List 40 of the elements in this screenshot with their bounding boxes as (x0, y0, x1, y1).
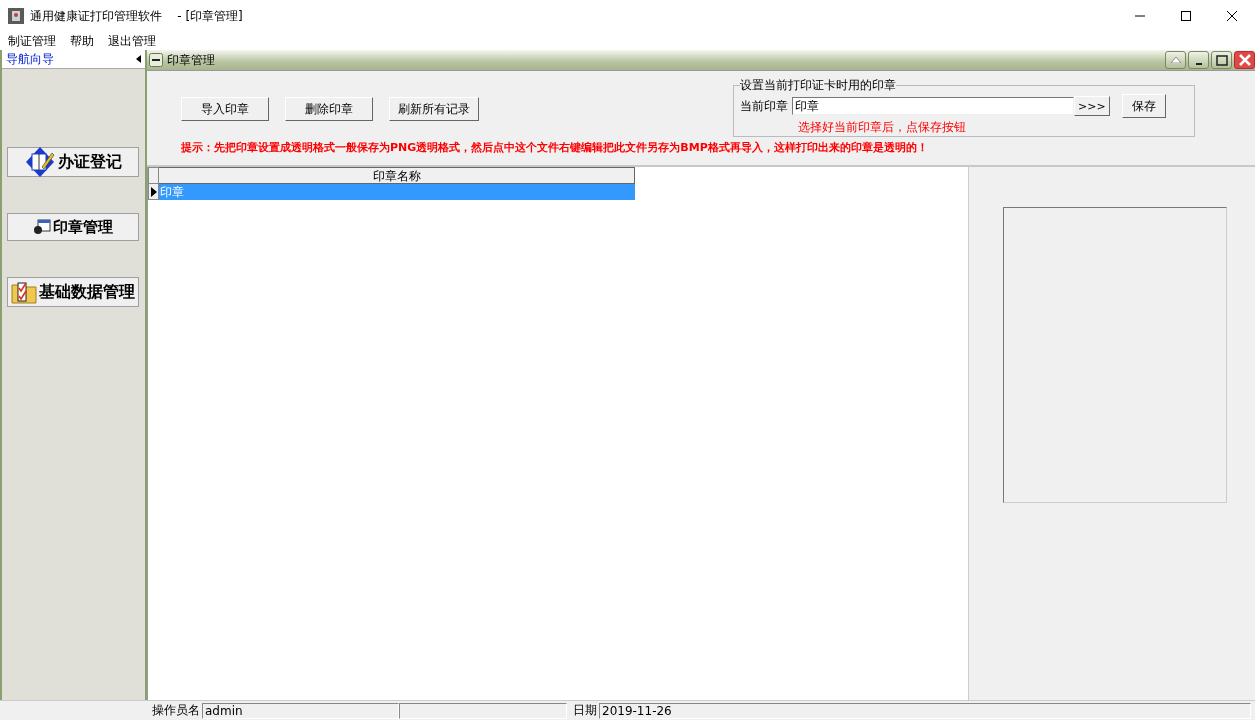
close-button[interactable] (1234, 51, 1255, 69)
current-seal-field[interactable]: 印章 (792, 97, 1074, 115)
operator-value: admin (202, 702, 399, 719)
nav-button[interactable]: 办证登记 (7, 147, 139, 177)
minimize-button[interactable] (1188, 51, 1209, 69)
form-pencil-icon (24, 147, 56, 177)
maximize-icon (1215, 54, 1228, 66)
child-window-title: 印章管理 (167, 51, 215, 69)
nav-title: 导航向导 (6, 50, 54, 68)
minimize-icon (1195, 63, 1202, 65)
maximize-button[interactable] (1211, 51, 1232, 69)
folder-checklist-icon (11, 280, 37, 304)
hint-text: 选择好当前印章后，点保存按钮 (797, 119, 967, 136)
date-value: 2019-11-26 (599, 702, 1251, 719)
close-icon (1226, 10, 1238, 22)
collapse-icon[interactable] (136, 55, 141, 63)
browse-button[interactable]: >>> (1074, 96, 1110, 116)
maximize-icon (1180, 10, 1192, 22)
date-label: 日期 (572, 702, 598, 719)
nav-button[interactable]: 基础数据管理 (7, 277, 139, 307)
up-triangle-icon (1170, 57, 1181, 63)
toolbar-button[interactable]: 导入印章 (181, 97, 269, 121)
window-menu-icon[interactable] (149, 53, 163, 67)
close-icon (1238, 54, 1251, 66)
menu-item[interactable]: 帮助 (70, 32, 94, 50)
column-header[interactable]: 印章名称 (159, 167, 635, 184)
group-title: 设置当前打印证卡时用的印章 (740, 77, 896, 94)
menu-item[interactable]: 退出管理 (108, 32, 156, 50)
toolbar-button[interactable]: 删除印章 (285, 97, 373, 121)
field-label: 当前印章 (740, 97, 788, 115)
operator-label: 操作员名 (151, 702, 201, 719)
save-button[interactable]: 保存 (1121, 94, 1166, 118)
seal-icon (33, 219, 51, 235)
restore-up-button[interactable] (1165, 51, 1186, 69)
app-icon (8, 8, 24, 24)
window-title: 通用健康证打印管理软件 - [印章管理] (30, 7, 243, 25)
toolbar-button[interactable]: 刷新所有记录 (389, 97, 479, 121)
nav-button[interactable]: 印章管理 (7, 213, 139, 241)
tip-text: 提示：先把印章设置成透明格式一般保存为PNG透明格式，然后点中这个文件右键编辑把此文件另存为BMP格式再导入，这样打印出来的印章是透明的！ (181, 140, 928, 155)
menu-item[interactable]: 制证管理 (8, 32, 56, 50)
